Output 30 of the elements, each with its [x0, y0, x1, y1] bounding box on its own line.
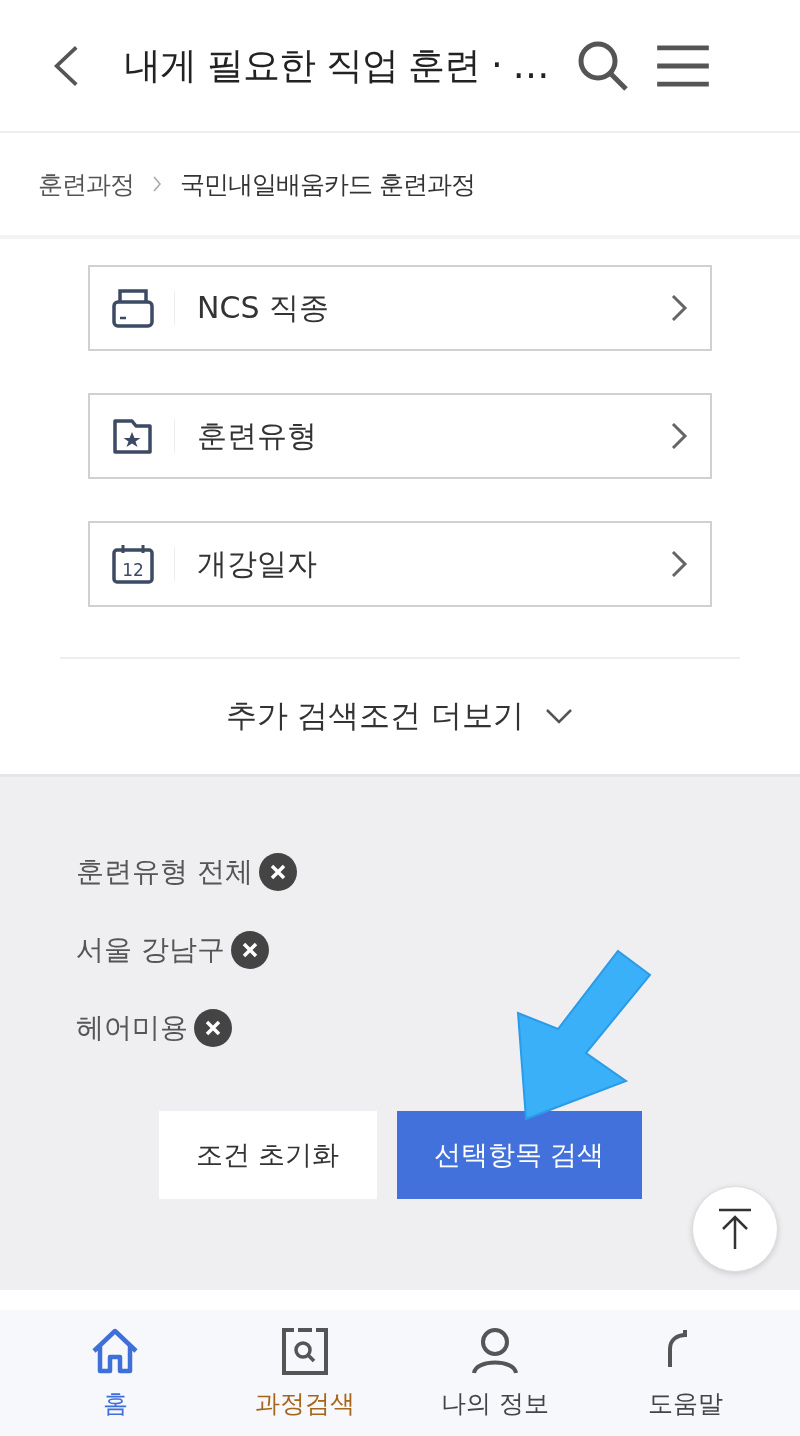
remove-icon[interactable] [230, 931, 269, 969]
page-title: 내게 필요한 직업 훈련 · … [124, 42, 550, 89]
chevron-icon [670, 293, 688, 323]
more-conditions-toggle[interactable]: 추가 검색조건 더보기 [215, 689, 585, 743]
breadcrumb-link[interactable]: 훈련과정 [38, 167, 134, 201]
filter-row[interactable]: NCS 직종 [88, 265, 712, 351]
chevron-icon [670, 549, 688, 579]
reset-button[interactable]: 조건 초기화 [158, 1111, 377, 1199]
search-document-icon[interactable] [280, 1326, 330, 1375]
nav-label[interactable]: 홈 [102, 1386, 128, 1420]
chevron-down-icon [544, 707, 575, 725]
home-icon[interactable] [90, 1326, 140, 1375]
nav-label[interactable]: 과정검색 [255, 1386, 355, 1420]
chevron-icon [152, 175, 162, 193]
chevron-icon [670, 421, 688, 451]
selected-tag: 헤어미용 [76, 1009, 188, 1047]
tray-icon [112, 288, 154, 328]
remove-icon[interactable] [258, 853, 297, 891]
menu-icon[interactable] [656, 43, 710, 88]
breadcrumb-link[interactable]: 국민내일배움카드 훈련과정 [180, 167, 475, 201]
nav-label[interactable]: 나의 정보 [441, 1386, 549, 1420]
person-icon[interactable] [470, 1326, 520, 1375]
filter-row[interactable]: 12 개강일자 [88, 521, 712, 607]
nav-label[interactable]: 도움말 [647, 1386, 723, 1420]
folder-star-icon [112, 416, 154, 456]
filter-row[interactable]: 훈련유형 [88, 393, 712, 479]
search-button[interactable]: 선택항목 검색 [396, 1111, 642, 1199]
selected-tag: 훈련유형 전체 [76, 853, 253, 891]
selected-tag: 서울 강남구 [76, 931, 225, 969]
remove-icon[interactable] [194, 1009, 232, 1047]
